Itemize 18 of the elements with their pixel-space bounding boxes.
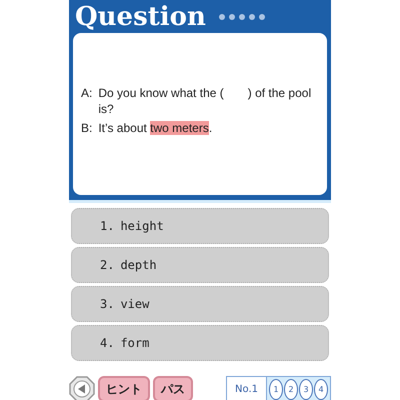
page-button[interactable]: 2 (284, 378, 298, 400)
screen-title: Question (75, 2, 206, 32)
dialogue-line: Do you know what the ( ) of the pool is? (98, 85, 312, 117)
answer-option[interactable]: 2. depth (71, 247, 329, 283)
speaker-label: A: (81, 85, 92, 102)
answer-option[interactable]: 1. height (71, 208, 329, 244)
progress-dots-icon (218, 13, 268, 21)
action-button[interactable]: パス (153, 376, 193, 400)
action-button[interactable]: ヒント (98, 376, 150, 400)
page-button[interactable]: 4 (314, 378, 328, 400)
page-button[interactable]: 1 (269, 378, 283, 400)
answer-option[interactable]: 4. form (71, 325, 329, 361)
page-button[interactable]: 3 (299, 378, 313, 400)
dialogue-line: It’s about two meters. (98, 120, 212, 136)
question-number: No.1 (234, 384, 259, 394)
back-icon[interactable] (69, 376, 95, 400)
speaker-label: B: (81, 120, 92, 136)
answer-option[interactable]: 3. view (71, 286, 329, 322)
